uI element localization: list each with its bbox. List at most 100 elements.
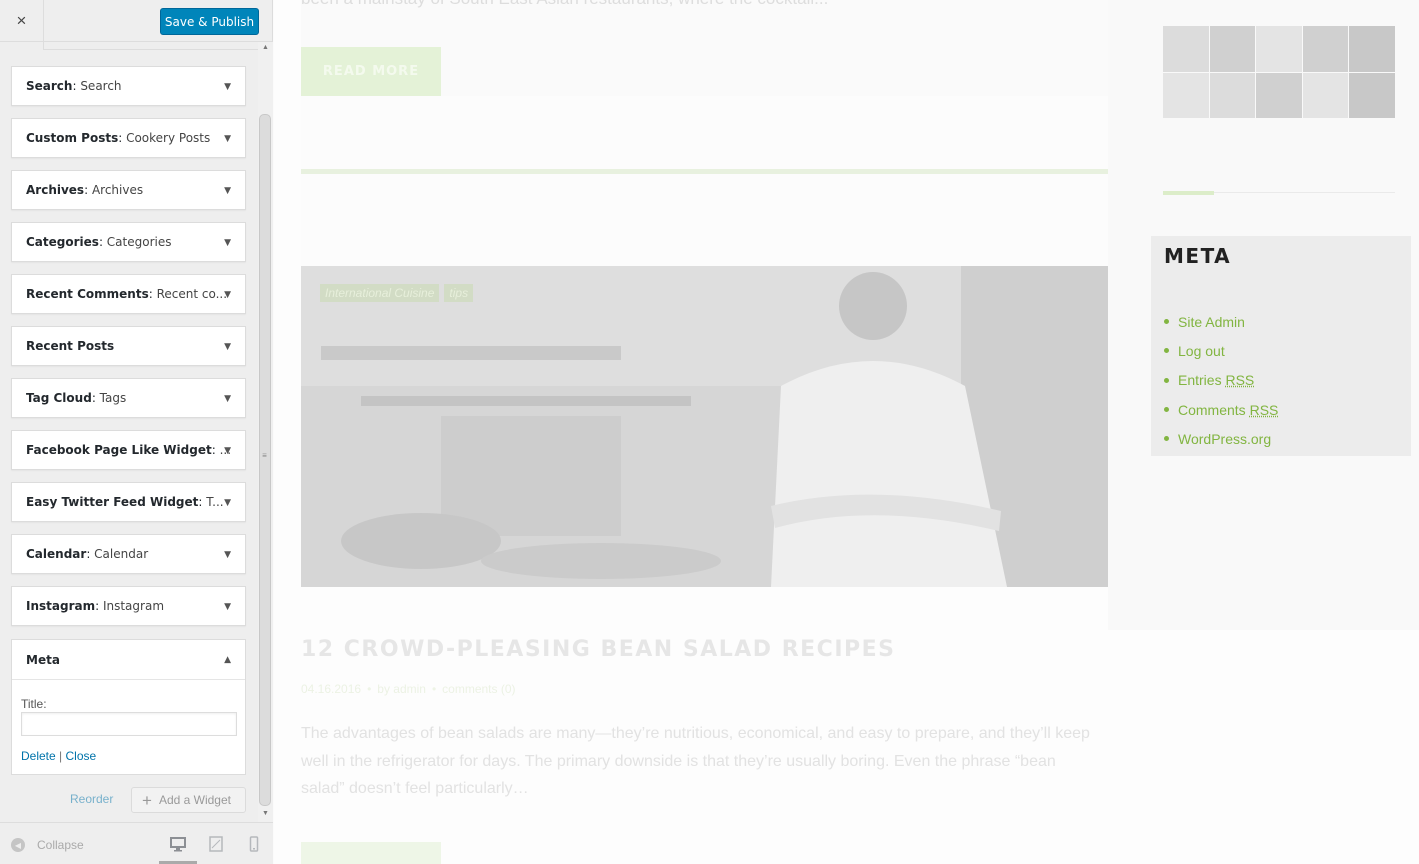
caret-down-icon[interactable]: ▼ — [224, 394, 231, 404]
scroll-down-arrow-icon[interactable]: ▼ — [261, 810, 270, 817]
widget-type: Facebook Page Like Widget — [26, 443, 212, 457]
instagram-photo[interactable] — [1302, 72, 1349, 118]
instagram-photo[interactable] — [1163, 26, 1209, 72]
widget-title: Instagram — [102, 599, 165, 613]
section-header-strip — [0, 42, 258, 50]
widget-type: Meta — [26, 652, 60, 667]
widget-type: Search — [26, 79, 73, 93]
caret-down-icon[interactable]: ▼ — [224, 290, 231, 300]
post-comments[interactable]: comments (0) — [442, 682, 515, 696]
instagram-photo[interactable] — [1256, 26, 1302, 72]
customizer-header: × Save & Publish — [0, 0, 272, 42]
meta-widget-title: META — [1164, 244, 1232, 268]
add-widget-button[interactable]: + Add a Widget — [131, 787, 246, 813]
meta-link-site-admin[interactable]: Site Admin — [1164, 307, 1278, 336]
collapse-button[interactable]: Collapse — [37, 838, 84, 852]
tablet-icon[interactable] — [208, 836, 224, 852]
mobile-icon[interactable] — [246, 836, 262, 852]
meta-link-log-out[interactable]: Log out — [1164, 336, 1278, 365]
separator-line — [301, 169, 1108, 174]
widget-facebook-page-like[interactable]: Facebook Page Like Widget: ... ▼ — [11, 430, 246, 470]
widget-title: Tags — [99, 391, 127, 405]
widget-title: Recent co... — [156, 287, 228, 301]
widget-search[interactable]: Search: Search ▼ — [11, 66, 246, 106]
site-preview: been a mainstay of South East Asian rest… — [274, 0, 1419, 864]
caret-down-icon[interactable]: ▼ — [224, 342, 231, 352]
meta-links-list: Site Admin Log out Entries RSS Comments … — [1164, 307, 1278, 453]
reorder-link[interactable]: Reorder — [70, 792, 113, 806]
close-icon[interactable]: × — [0, 0, 44, 42]
widget-type: Categories — [26, 235, 99, 249]
scroll-up-arrow-icon[interactable]: ▲ — [261, 44, 270, 51]
widget-meta-header[interactable]: Meta ▲ — [12, 640, 245, 680]
bullet-icon — [1164, 377, 1169, 383]
desktop-icon[interactable] — [170, 836, 186, 852]
caret-up-icon[interactable]: ▲ — [224, 655, 231, 665]
post-meta: 04.16.2016 • by admin • comments (0) — [301, 682, 516, 696]
widget-custom-posts[interactable]: Custom Posts: Cookery Posts ▼ — [11, 118, 246, 158]
tag-international-cuisine[interactable]: International Cuisine — [320, 284, 440, 302]
chef-kitchen-image — [301, 266, 1108, 587]
post-title[interactable]: 12 CROWD-PLEASING BEAN SALAD RECIPES — [301, 637, 896, 662]
instagram-photo[interactable] — [1349, 72, 1395, 118]
widget-title: Search — [80, 79, 122, 93]
meta-link-comments-rss[interactable]: Comments RSS — [1164, 395, 1278, 424]
read-more-button-partial[interactable] — [301, 842, 441, 864]
post-featured-image[interactable]: International Cuisine tips — [301, 266, 1108, 587]
previous-post-card: been a mainstay of South East Asian rest… — [301, 0, 1108, 96]
widget-archives[interactable]: Archives: Archives ▼ — [11, 170, 246, 210]
save-publish-button[interactable]: Save & Publish — [160, 8, 259, 35]
instagram-photo[interactable] — [1256, 72, 1302, 118]
instagram-grid — [1163, 26, 1395, 118]
customizer-sidebar: × Save & Publish ▲ ≡ ▼ Search: Search ▼ … — [0, 0, 273, 864]
bullet-icon — [1164, 319, 1169, 325]
instagram-photo[interactable] — [1209, 72, 1256, 118]
bullet-icon — [1164, 436, 1169, 442]
post-excerpt: The advantages of bean salads are many—t… — [301, 725, 1090, 797]
caret-down-icon[interactable]: ▼ — [224, 82, 231, 92]
widget-type: Recent Posts — [26, 339, 115, 353]
widget-instagram[interactable]: Instagram: Instagram ▼ — [11, 586, 246, 626]
caret-down-icon[interactable]: ▼ — [224, 238, 231, 248]
widget-title: Categories — [106, 235, 172, 249]
widget-type: Tag Cloud — [26, 391, 92, 405]
caret-down-icon[interactable]: ▼ — [224, 498, 231, 508]
widget-easy-twitter-feed[interactable]: Easy Twitter Feed Widget: T... ▼ — [11, 482, 246, 522]
bullet-icon — [1164, 407, 1169, 413]
scrollbar-thumb[interactable] — [259, 114, 271, 806]
caret-down-icon[interactable]: ▼ — [224, 446, 231, 456]
meta-link-wordpress-org[interactable]: WordPress.org — [1164, 424, 1278, 453]
widget-title: Cookery Posts — [126, 131, 211, 145]
post-separator — [301, 96, 1108, 266]
widget-calendar[interactable]: Calendar: Calendar ▼ — [11, 534, 246, 574]
widget-meta-expanded: Meta ▲ Title: Delete | Close — [11, 639, 246, 775]
instagram-photo[interactable] — [1349, 26, 1395, 72]
delete-link[interactable]: Delete — [21, 749, 56, 763]
widget-actions: Delete | Close — [21, 749, 97, 763]
sidebar-scrollbar[interactable]: ▲ ≡ ▼ — [258, 42, 273, 822]
widget-type: Custom Posts — [26, 131, 119, 145]
instagram-photo[interactable] — [1302, 26, 1349, 72]
caret-down-icon[interactable]: ▼ — [224, 134, 231, 144]
widget-title: T... — [206, 495, 224, 509]
widget-type: Calendar — [26, 547, 87, 561]
meta-link-entries-rss[interactable]: Entries RSS — [1164, 366, 1278, 395]
read-more-button[interactable]: READ MORE — [301, 47, 441, 96]
widget-recent-comments[interactable]: Recent Comments: Recent co... ▼ — [11, 274, 246, 314]
collapse-icon[interactable]: ◀ — [11, 838, 25, 852]
scrollbar-grip-icon: ≡ — [262, 451, 267, 460]
instagram-photo[interactable] — [1163, 72, 1209, 118]
widget-categories[interactable]: Categories: Categories ▼ — [11, 222, 246, 262]
instagram-photo[interactable] — [1209, 26, 1256, 72]
widget-tag-cloud[interactable]: Tag Cloud: Tags ▼ — [11, 378, 246, 418]
caret-down-icon[interactable]: ▼ — [224, 550, 231, 560]
tag-tips[interactable]: tips — [444, 284, 474, 302]
title-field-label: Title: — [21, 697, 47, 711]
post-author[interactable]: by admin — [377, 682, 426, 696]
title-field[interactable] — [21, 712, 237, 736]
post-tags: International Cuisine tips — [320, 284, 474, 302]
close-link[interactable]: Close — [65, 749, 96, 763]
caret-down-icon[interactable]: ▼ — [224, 602, 231, 612]
caret-down-icon[interactable]: ▼ — [224, 186, 231, 196]
widget-recent-posts[interactable]: Recent Posts ▼ — [11, 326, 246, 366]
